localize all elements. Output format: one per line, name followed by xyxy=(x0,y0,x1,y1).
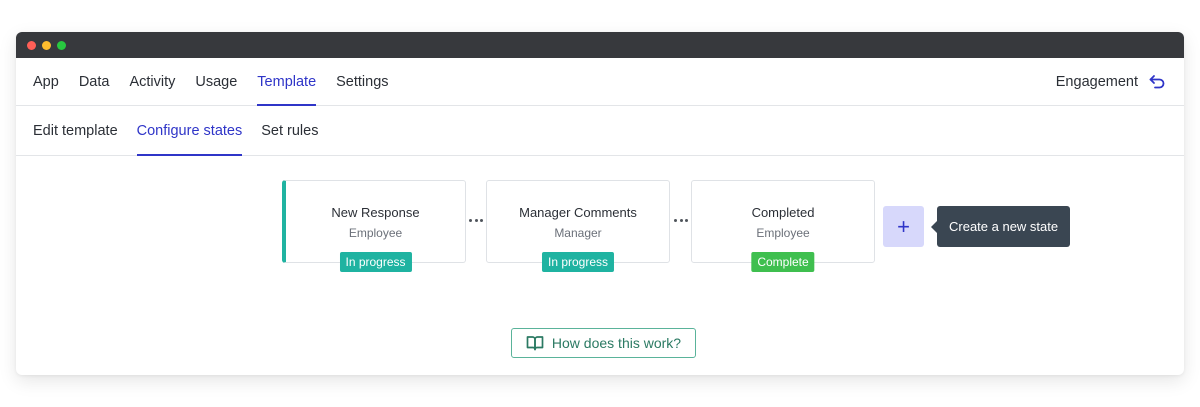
tab-edit-template[interactable]: Edit template xyxy=(33,106,118,155)
state-role: Employee xyxy=(756,226,810,240)
how-does-this-work-button[interactable]: How does this work? xyxy=(511,328,696,358)
add-state-button[interactable]: + xyxy=(883,206,924,247)
tab-template[interactable]: Template xyxy=(257,58,316,106)
minimize-window-button[interactable] xyxy=(42,40,51,50)
back-arrow-icon[interactable] xyxy=(1148,73,1166,91)
context-area: Engagement xyxy=(1056,58,1166,105)
state-card-new-response[interactable]: New Response Employee In progress xyxy=(282,180,466,272)
tab-settings[interactable]: Settings xyxy=(336,58,388,105)
close-window-button[interactable] xyxy=(27,40,36,50)
state-name: Completed xyxy=(751,205,815,220)
tab-data[interactable]: Data xyxy=(79,58,110,105)
top-nav: App Data Activity Usage Template Setting… xyxy=(16,58,1184,106)
state-name: Manager Comments xyxy=(519,205,637,220)
tab-set-rules[interactable]: Set rules xyxy=(261,106,318,155)
state-name: New Response xyxy=(331,205,420,220)
connector-dots-icon xyxy=(469,216,483,224)
states-canvas: New Response Employee In progress Manage… xyxy=(16,156,1184,374)
status-badge: Complete xyxy=(751,252,815,272)
tab-activity[interactable]: Activity xyxy=(129,58,175,105)
context-label: Engagement xyxy=(1055,73,1138,90)
title-bar xyxy=(16,32,1184,58)
add-state-tooltip: Create a new state xyxy=(937,206,1071,247)
help-label: How does this work? xyxy=(551,335,682,351)
state-role: Employee xyxy=(348,226,403,240)
state-role: Manager xyxy=(554,226,602,240)
status-badge: In progress xyxy=(339,252,412,272)
state-card-manager-comments[interactable]: Manager Comments Manager In progress xyxy=(486,180,670,272)
status-badge: In progress xyxy=(541,252,615,272)
tab-usage[interactable]: Usage xyxy=(195,58,237,105)
app-window: App Data Activity Usage Template Setting… xyxy=(16,32,1184,375)
maximize-window-button[interactable] xyxy=(57,40,66,50)
tab-app[interactable]: App xyxy=(33,58,59,105)
tab-configure-states[interactable]: Configure states xyxy=(136,106,242,156)
sub-nav: Edit template Configure states Set rules xyxy=(16,106,1184,156)
book-icon xyxy=(526,335,544,351)
state-card-completed[interactable]: Completed Employee Complete xyxy=(691,180,875,272)
connector-dots-icon xyxy=(674,216,688,224)
